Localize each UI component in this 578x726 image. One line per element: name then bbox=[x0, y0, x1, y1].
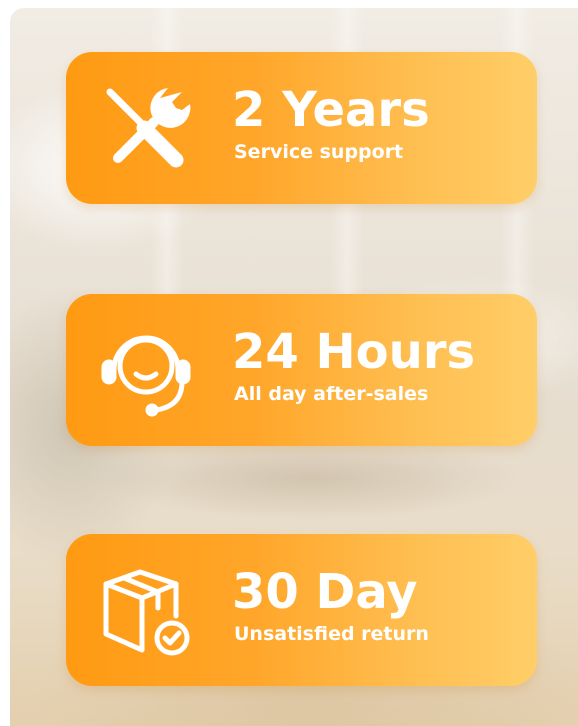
feature-subtitle: Unsatisfied return bbox=[234, 623, 429, 645]
feature-subtitle: Service support bbox=[234, 141, 404, 163]
feature-card-hours: 24 Hours All day after-sales bbox=[66, 294, 537, 446]
tools-icon bbox=[96, 78, 196, 178]
feature-title: 24 Hours bbox=[232, 324, 476, 380]
headset-icon bbox=[96, 320, 196, 420]
feature-card-return: 30 Day Unsatisfied return bbox=[66, 534, 537, 686]
feature-title: 30 Day bbox=[232, 564, 418, 620]
package-return-icon bbox=[96, 560, 196, 660]
feature-subtitle: All day after-sales bbox=[234, 383, 429, 405]
feature-panel: 2 Years Service support 24 Hours All day… bbox=[0, 0, 578, 726]
feature-title: 2 Years bbox=[232, 82, 430, 138]
feature-card-service: 2 Years Service support bbox=[66, 52, 537, 204]
